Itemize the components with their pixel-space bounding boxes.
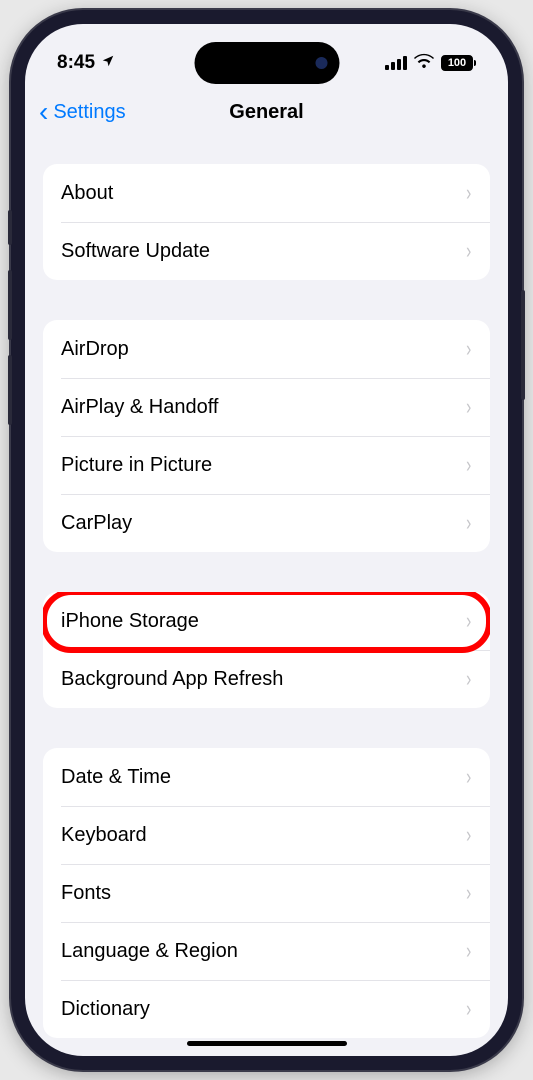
chevron-right-icon: › bbox=[466, 394, 471, 420]
row-fonts[interactable]: Fonts › bbox=[43, 864, 490, 922]
dynamic-island bbox=[194, 42, 339, 84]
row-label: Language & Region bbox=[61, 940, 238, 963]
page-title: General bbox=[229, 101, 303, 124]
row-iphone-storage[interactable]: iPhone Storage › bbox=[43, 592, 490, 650]
row-label: Background App Refresh bbox=[61, 668, 283, 691]
back-label: Settings bbox=[53, 101, 125, 124]
chevron-right-icon: › bbox=[466, 336, 471, 362]
row-keyboard[interactable]: Keyboard › bbox=[43, 806, 490, 864]
row-label: Software Update bbox=[61, 240, 210, 263]
chevron-right-icon: › bbox=[466, 608, 471, 634]
row-airdrop[interactable]: AirDrop › bbox=[43, 320, 490, 378]
row-label: Dictionary bbox=[61, 998, 150, 1021]
row-software-update[interactable]: Software Update › bbox=[43, 222, 490, 280]
nav-bar: ‹ Settings General bbox=[25, 84, 508, 140]
battery-icon: 100 bbox=[441, 55, 476, 71]
chevron-right-icon: › bbox=[466, 452, 471, 478]
chevron-right-icon: › bbox=[466, 764, 471, 790]
row-label: About bbox=[61, 182, 113, 205]
row-about[interactable]: About › bbox=[43, 164, 490, 222]
chevron-right-icon: › bbox=[466, 996, 471, 1022]
row-label: Fonts bbox=[61, 882, 111, 905]
row-dictionary[interactable]: Dictionary › bbox=[43, 980, 490, 1038]
row-label: Picture in Picture bbox=[61, 454, 212, 477]
settings-group: Date & Time›Keyboard›Fonts›Language & Re… bbox=[43, 748, 490, 1038]
row-label: CarPlay bbox=[61, 512, 132, 535]
status-time: 8:45 bbox=[57, 52, 95, 74]
row-airplay-handoff[interactable]: AirPlay & Handoff › bbox=[43, 378, 490, 436]
row-label: iPhone Storage bbox=[61, 610, 199, 633]
row-label: AirDrop bbox=[61, 338, 129, 361]
chevron-right-icon: › bbox=[466, 666, 471, 692]
row-language-region[interactable]: Language & Region › bbox=[43, 922, 490, 980]
chevron-right-icon: › bbox=[466, 510, 471, 536]
screen: 8:45 100 ‹ Settings General bbox=[25, 24, 508, 1056]
row-picture-in-picture[interactable]: Picture in Picture › bbox=[43, 436, 490, 494]
chevron-left-icon: ‹ bbox=[39, 98, 48, 126]
chevron-right-icon: › bbox=[466, 822, 471, 848]
device-frame: 8:45 100 ‹ Settings General bbox=[11, 10, 522, 1070]
settings-group: AirDrop›AirPlay & Handoff›Picture in Pic… bbox=[43, 320, 490, 552]
location-icon bbox=[101, 52, 115, 74]
row-label: AirPlay & Handoff bbox=[61, 396, 219, 419]
settings-group: iPhone Storage › Background App Refresh › bbox=[43, 592, 490, 708]
row-background-app-refresh[interactable]: Background App Refresh › bbox=[43, 650, 490, 708]
home-indicator[interactable] bbox=[187, 1041, 347, 1046]
wifi-icon bbox=[414, 52, 434, 74]
chevron-right-icon: › bbox=[466, 238, 471, 264]
chevron-right-icon: › bbox=[466, 180, 471, 206]
row-label: Keyboard bbox=[61, 824, 147, 847]
settings-group: About › Software Update › bbox=[43, 164, 490, 280]
row-carplay[interactable]: CarPlay › bbox=[43, 494, 490, 552]
settings-content[interactable]: About›Software Update›AirDrop›AirPlay & … bbox=[25, 140, 508, 1038]
back-button[interactable]: ‹ Settings bbox=[39, 98, 126, 126]
row-date-time[interactable]: Date & Time › bbox=[43, 748, 490, 806]
cellular-icon bbox=[385, 56, 407, 70]
row-label: Date & Time bbox=[61, 766, 171, 789]
chevron-right-icon: › bbox=[466, 938, 471, 964]
chevron-right-icon: › bbox=[466, 880, 471, 906]
